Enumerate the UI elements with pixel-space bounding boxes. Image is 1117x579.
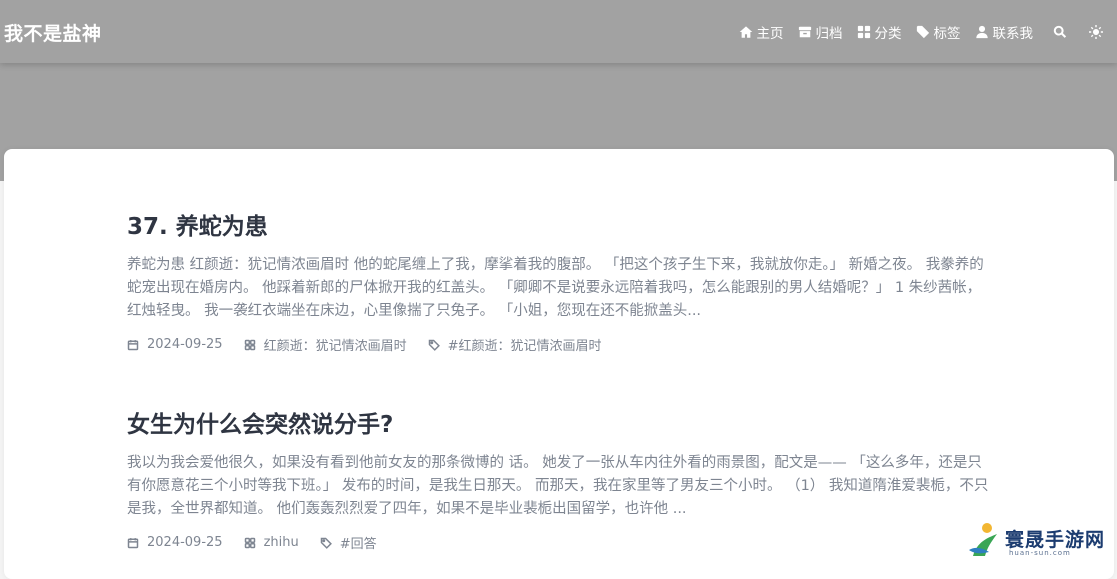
nav-item-archive[interactable]: 归档 [798, 22, 843, 42]
nav-item-label: 联系我 [992, 25, 1034, 42]
watermark-domain: huan-sun.com [1009, 549, 1071, 557]
calendar-icon [127, 537, 139, 548]
tag-icon [428, 339, 440, 351]
tag-icon [320, 537, 332, 549]
post-date: 2024-09-25 [127, 337, 223, 352]
post-title[interactable]: 女生为什么会突然说分手? [127, 405, 993, 439]
post-title[interactable]: 37. 养蛇为患 [127, 207, 993, 241]
theme-toggle-button[interactable] [1089, 24, 1103, 39]
top-navbar: 我不是盐神 主页 归档 分类 标签 联系我 [0, 0, 1117, 63]
post-tag-text: #红颜逝：犹记情浓画眉时 [447, 339, 602, 354]
site-title[interactable]: 我不是盐神 [4, 19, 102, 46]
post-tag[interactable]: #红颜逝：犹记情浓画眉时 [428, 335, 602, 354]
post-category-text: zhihu [263, 535, 299, 550]
search-icon [1053, 25, 1067, 38]
post-date: 2024-09-25 [127, 535, 223, 550]
nav-item-contact[interactable]: 联系我 [975, 22, 1034, 42]
category-icon [244, 537, 255, 548]
nav-item-tags[interactable]: 标签 [916, 22, 961, 42]
post-excerpt: 我以为我会爱他很久，如果没有看到他前女友的那条微博的 话。 她发了一张从车内往外… [127, 455, 989, 517]
list-item: 37. 养蛇为患 养蛇为患 红颜逝：犹记情浓画眉时 他的蛇尾缠上了我，摩挲着我的… [127, 207, 993, 354]
calendar-icon [127, 339, 139, 350]
post-category[interactable]: zhihu [244, 535, 299, 550]
nav-item-home[interactable]: 主页 [739, 22, 784, 42]
post-category-text: 红颜逝：犹记情浓画眉时 [263, 339, 407, 354]
list-item: 女生为什么会突然说分手? 我以为我会爱他很久，如果没有看到他前女友的那条微博的 … [127, 405, 993, 552]
category-icon [244, 339, 255, 350]
post-excerpt: 养蛇为患 红颜逝：犹记情浓画眉时 他的蛇尾缠上了我，摩挲着我的腹部。 「把这个孩… [127, 257, 984, 319]
watermark-logo: 寰晟手游网 huan-sun.com [965, 519, 1115, 561]
post-date-text: 2024-09-25 [147, 535, 223, 550]
post-meta: 2024-09-25 红颜逝：犹记情浓画眉时 #红颜逝：犹记情浓画眉时 [127, 335, 993, 354]
post-list: 37. 养蛇为患 养蛇为患 红颜逝：犹记情浓画眉时 他的蛇尾缠上了我，摩挲着我的… [4, 149, 1114, 579]
archive-icon [798, 26, 811, 37]
post-meta: 2024-09-25 zhihu #回答 [127, 533, 993, 552]
watermark-name: 寰晟手游网 [1005, 529, 1106, 551]
category-icon [857, 25, 870, 38]
post-category[interactable]: 红颜逝：犹记情浓画眉时 [244, 335, 407, 354]
home-icon [739, 25, 752, 38]
tag-icon [916, 25, 929, 38]
search-button[interactable] [1053, 25, 1067, 39]
nav-menu: 主页 归档 分类 标签 联系我 [725, 0, 1103, 63]
user-icon [975, 25, 988, 38]
watermark-emblem-icon [969, 523, 997, 556]
post-date-text: 2024-09-25 [147, 337, 223, 352]
nav-item-label: 分类 [874, 25, 902, 42]
post-tag-text: #回答 [339, 537, 377, 552]
nav-item-label: 标签 [933, 25, 961, 42]
post-tag[interactable]: #回答 [320, 533, 377, 552]
nav-item-label: 主页 [756, 25, 784, 42]
nav-item-category[interactable]: 分类 [857, 22, 902, 42]
sun-icon [1089, 24, 1103, 39]
nav-item-label: 归档 [815, 25, 843, 42]
